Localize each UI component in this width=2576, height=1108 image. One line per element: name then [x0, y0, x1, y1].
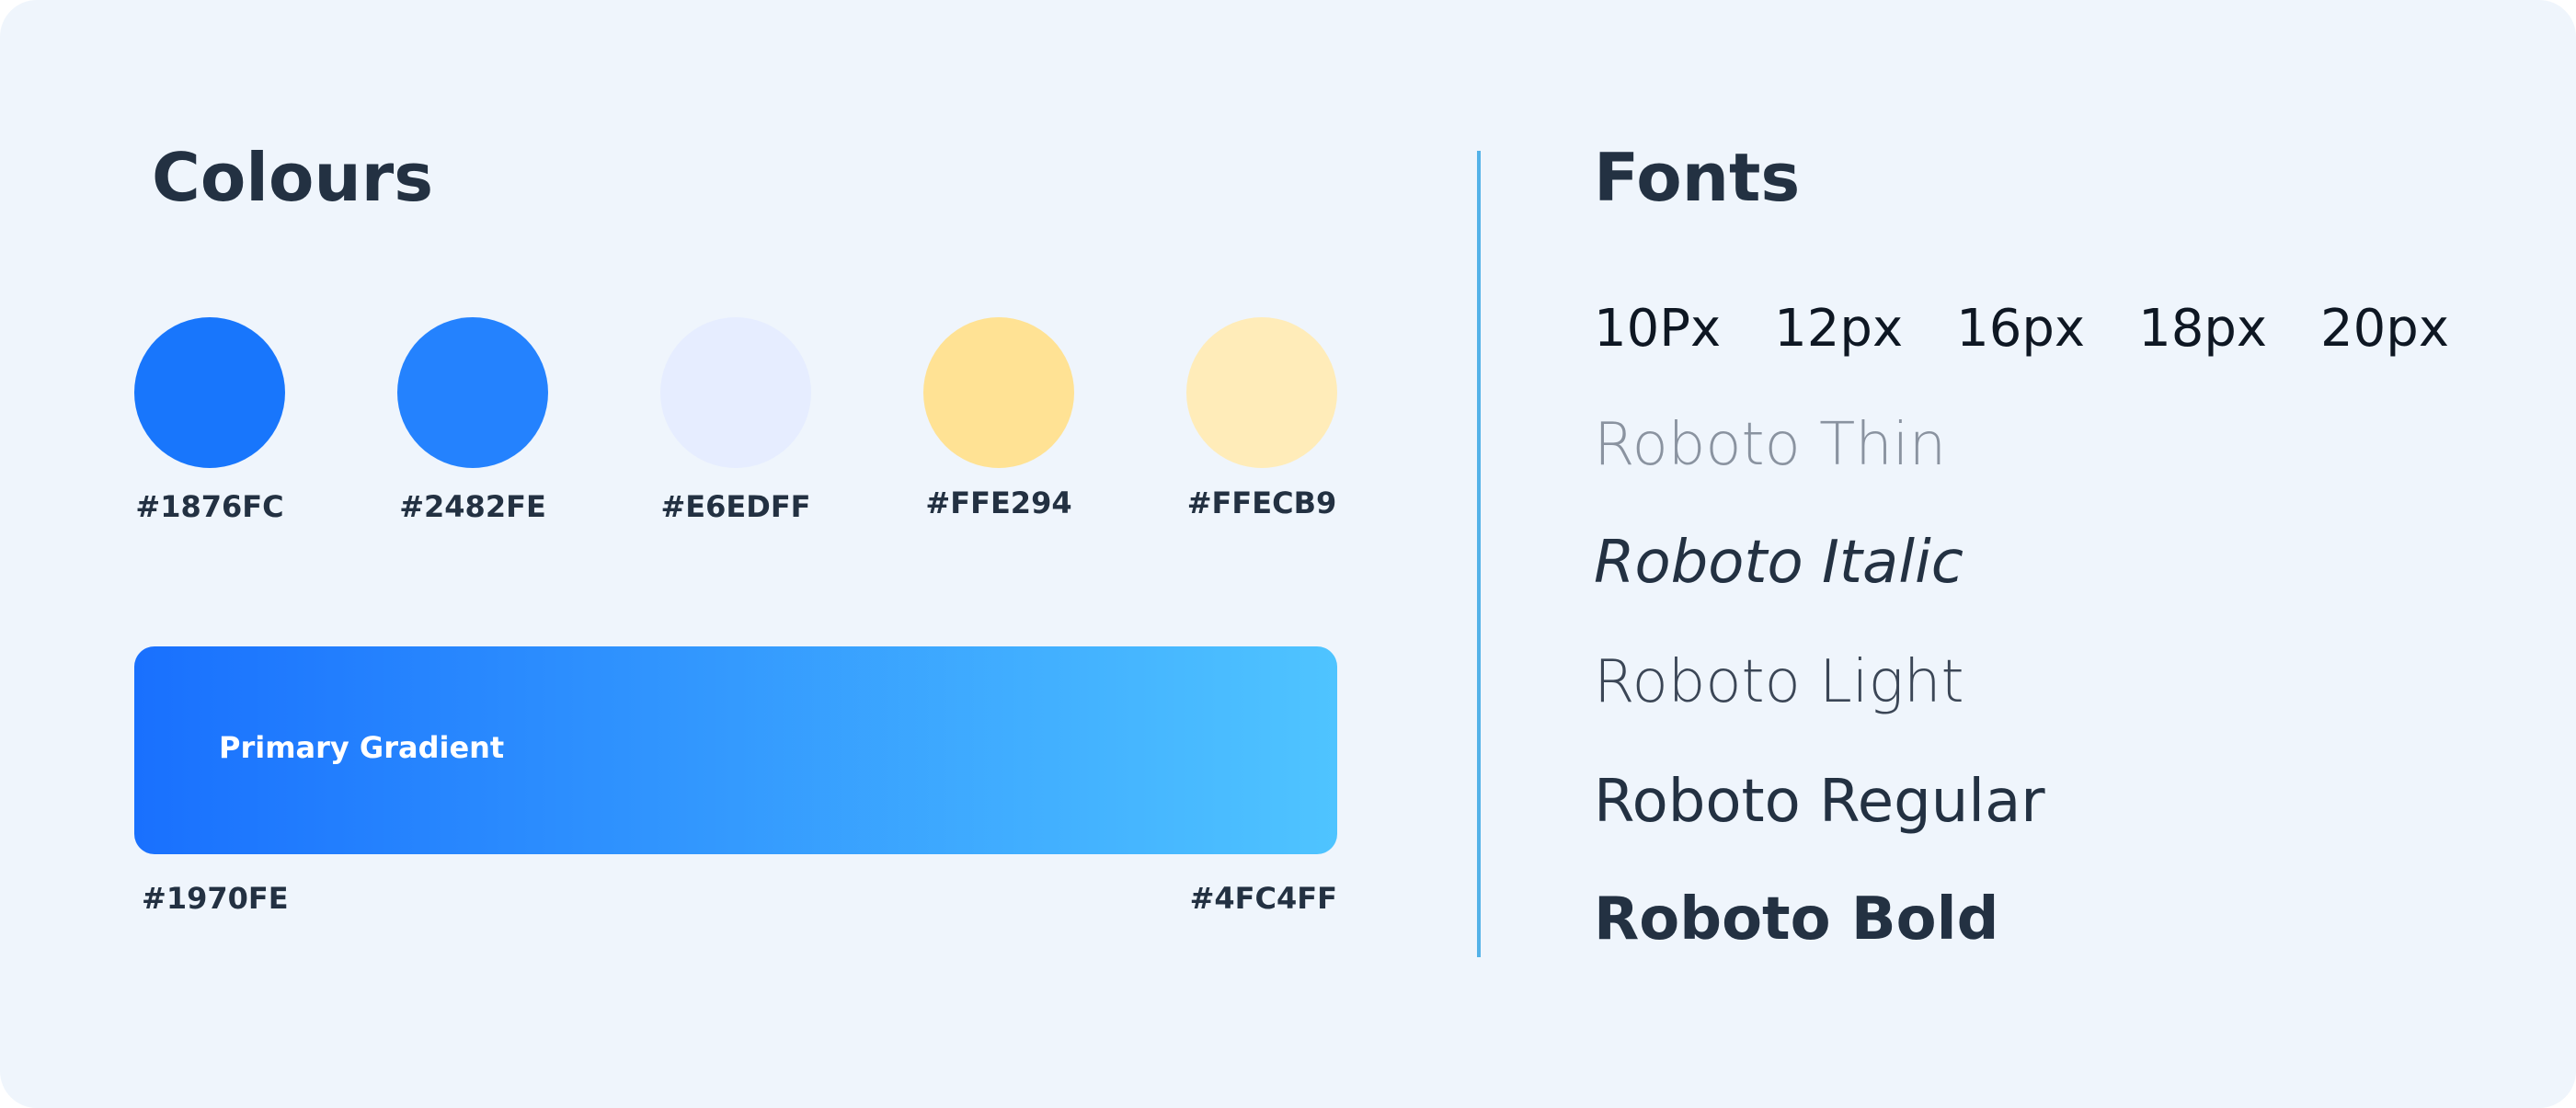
- colours-heading: Colours: [152, 139, 434, 216]
- font-sample-bold: Roboto Bold: [1594, 885, 1999, 954]
- font-size-20: 20px: [2320, 299, 2449, 359]
- font-sample-regular: Roboto Regular: [1594, 768, 2045, 836]
- fonts-heading: Fonts: [1594, 139, 1801, 216]
- font-sample-thin: Roboto Thin: [1594, 411, 1947, 479]
- font-sample-light: Roboto Light: [1594, 648, 1964, 716]
- font-size-10: 10Px: [1594, 299, 1722, 359]
- section-divider: [1477, 151, 1481, 957]
- primary-gradient-bar: Primary Gradient: [134, 646, 1337, 854]
- font-sample-italic: Roboto Italic: [1594, 529, 1963, 597]
- font-size-18: 18px: [2138, 299, 2268, 359]
- swatch-circle-3: [660, 317, 811, 468]
- swatch-circle-5: [1186, 317, 1337, 468]
- font-size-12: 12px: [1774, 299, 1904, 359]
- swatch-circle-1: [134, 317, 285, 468]
- style-guide-card: Colours #1876FC #2482FE #E6EDFF #FFE294 …: [0, 0, 2576, 1108]
- swatch-label-5: #FFECB9: [1186, 485, 1337, 520]
- swatch-label-2: #2482FE: [399, 489, 546, 524]
- swatch-label-3: #E6EDFF: [660, 489, 811, 524]
- gradient-start-label: #1970FE: [142, 881, 289, 916]
- gradient-end-label: #4FC4FF: [1189, 881, 1337, 916]
- font-size-16: 16px: [1956, 299, 2086, 359]
- swatch-label-4: #FFE294: [925, 485, 1072, 520]
- font-size-list: 10Px 12px 16px 18px 20px: [1594, 303, 2449, 355]
- swatch-label-1: #1876FC: [135, 489, 284, 524]
- swatch-circle-4: [923, 317, 1074, 468]
- swatch-circle-2: [397, 317, 548, 468]
- primary-gradient-label: Primary Gradient: [219, 730, 505, 765]
